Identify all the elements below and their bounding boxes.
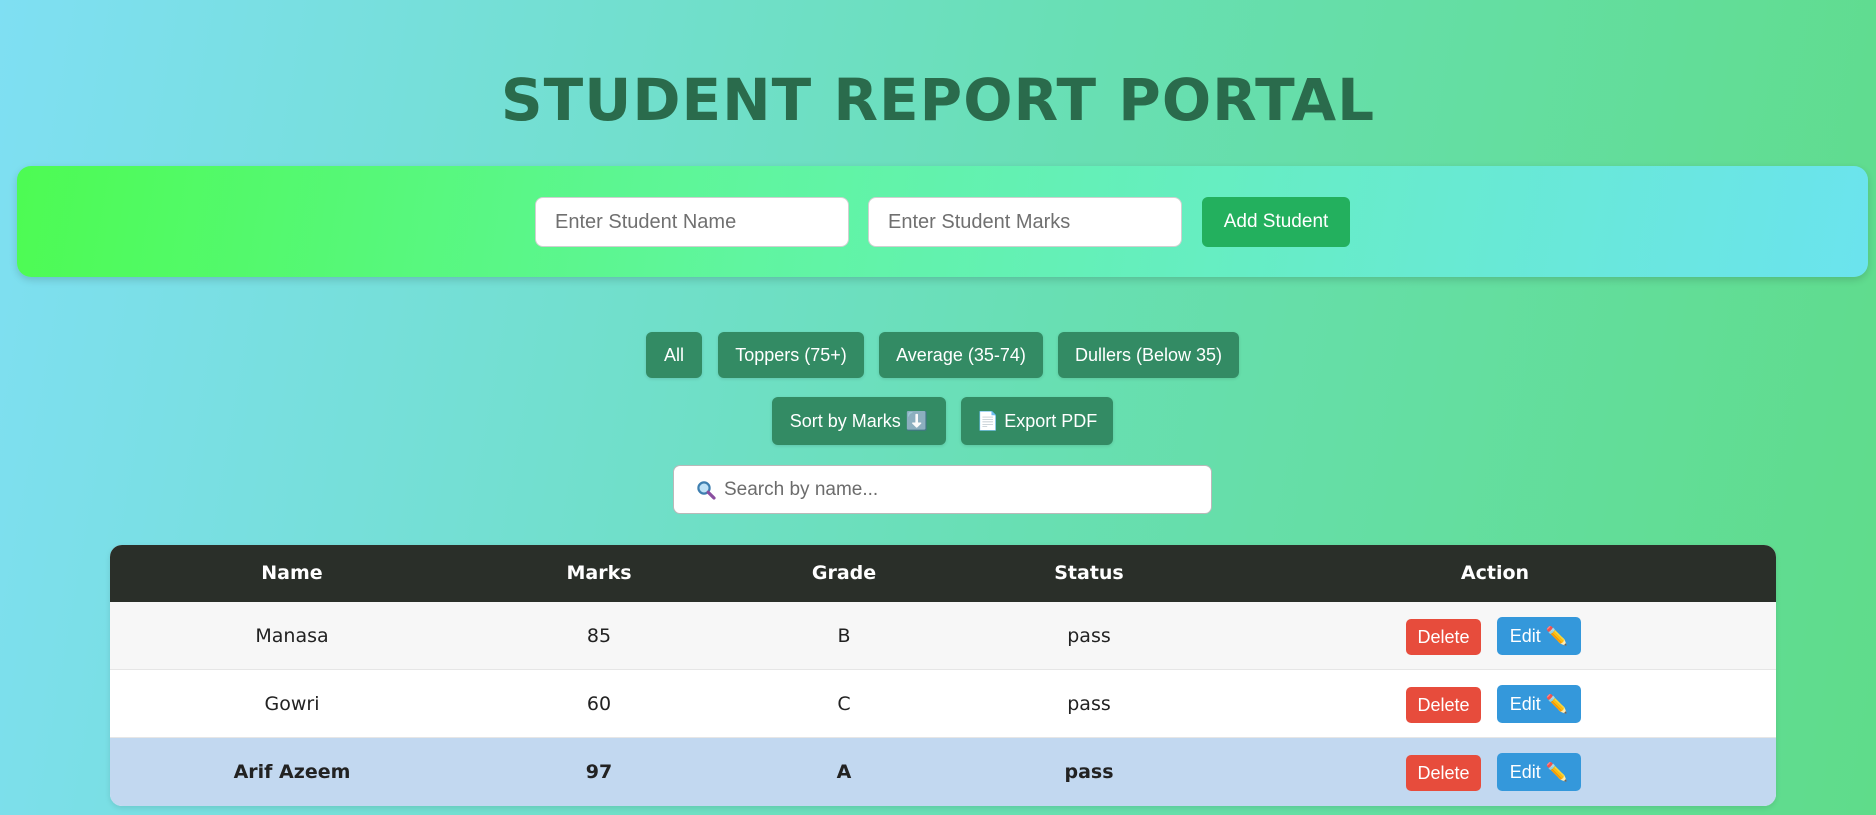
- delete-button[interactable]: Delete: [1406, 619, 1481, 655]
- header-status: Status: [1054, 562, 1124, 584]
- header-action: Action: [1460, 562, 1530, 584]
- cell-status: pass: [1067, 625, 1111, 647]
- edit-button[interactable]: Edit ✏️: [1497, 617, 1581, 655]
- cell-status: pass: [1064, 761, 1114, 783]
- sort-by-marks-button[interactable]: Sort by Marks ⬇️: [772, 397, 946, 445]
- header-name: Name: [261, 562, 323, 584]
- search-input[interactable]: [724, 466, 1204, 513]
- delete-button[interactable]: Delete: [1406, 755, 1481, 791]
- cell-grade: A: [836, 761, 852, 783]
- student-marks-input[interactable]: [868, 197, 1182, 247]
- header-marks: Marks: [566, 562, 632, 584]
- magnifier-icon: [696, 480, 716, 500]
- header-grade: Grade: [811, 562, 877, 584]
- filter-dullers-button[interactable]: Dullers (Below 35): [1058, 332, 1239, 378]
- delete-button[interactable]: Delete: [1406, 687, 1481, 723]
- filter-average-button[interactable]: Average (35-74): [879, 332, 1043, 378]
- table-header: Name Marks Grade Status Action: [110, 545, 1776, 602]
- add-student-button[interactable]: Add Student: [1202, 197, 1350, 247]
- export-pdf-button[interactable]: 📄 Export PDF: [961, 397, 1113, 445]
- student-name-input[interactable]: [535, 197, 849, 247]
- table-row: Arif Azeem 97 A pass Delete Edit ✏️: [110, 738, 1776, 806]
- cell-status: pass: [1067, 693, 1111, 715]
- filter-toppers-button[interactable]: Toppers (75+): [718, 332, 864, 378]
- filter-all-button[interactable]: All: [646, 332, 702, 378]
- edit-button[interactable]: Edit ✏️: [1497, 685, 1581, 723]
- cell-marks: 60: [586, 693, 612, 715]
- cell-grade: C: [837, 693, 851, 715]
- cell-marks: 97: [585, 761, 613, 783]
- cell-grade: B: [837, 625, 851, 647]
- students-table: Name Marks Grade Status Action Manasa 85…: [110, 545, 1776, 806]
- cell-name: Manasa: [255, 625, 329, 647]
- cell-name: Gowri: [264, 693, 320, 715]
- edit-button[interactable]: Edit ✏️: [1497, 753, 1581, 791]
- search-box: [673, 465, 1212, 514]
- cell-marks: 85: [586, 625, 612, 647]
- table-row: Manasa 85 B pass Delete Edit ✏️: [110, 602, 1776, 670]
- page-title: STUDENT REPORT PORTAL: [500, 66, 1376, 134]
- cell-name: Arif Azeem: [233, 761, 351, 783]
- table-row: Gowri 60 C pass Delete Edit ✏️: [110, 670, 1776, 738]
